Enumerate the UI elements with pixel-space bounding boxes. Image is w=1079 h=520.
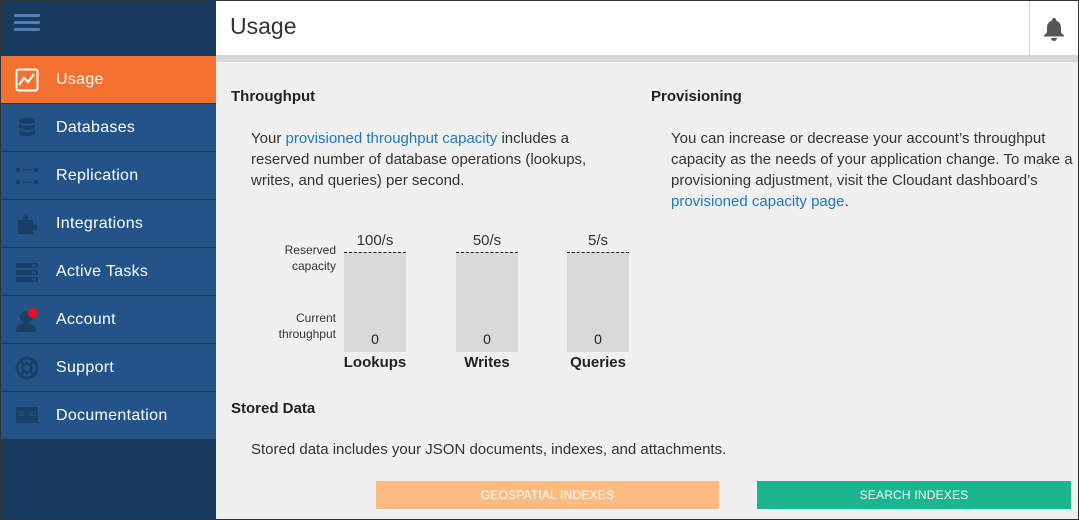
writes-capacity-line — [456, 252, 518, 253]
page-header: Usage — [216, 1, 1078, 56]
lookups-capacity: 100/s — [356, 232, 394, 249]
sidebar-item-label: Usage — [56, 70, 104, 88]
sidebar-item-usage[interactable]: Usage — [1, 56, 216, 104]
queries-capacity-line — [567, 252, 629, 253]
sidebar-item-active-tasks[interactable]: Active Tasks — [1, 248, 216, 296]
sidebar-item-support[interactable]: Support — [1, 344, 216, 392]
notification-badge — [28, 307, 38, 318]
sidebar-item-label: Integrations — [56, 214, 144, 232]
search-indexes-button[interactable]: SEARCH INDEXES — [757, 481, 1071, 509]
sidebar-item-label: Replication — [56, 166, 139, 184]
bell-icon — [1044, 17, 1064, 41]
user-icon — [15, 307, 39, 332]
usage-chart-icon — [15, 68, 39, 92]
server-stack-icon — [15, 260, 39, 284]
sidebar-item-label: Active Tasks — [56, 262, 149, 280]
sidebar-item-documentation[interactable]: Documentation — [1, 392, 216, 440]
stored-data-heading: Stored Data — [231, 400, 316, 417]
provisioning-heading: Provisioning — [651, 88, 742, 105]
sidebar-item-label: Databases — [56, 118, 136, 136]
writes-capacity: 50/s — [472, 232, 502, 249]
geospatial-indexes-button[interactable]: GEOSPATIAL INDEXES — [376, 481, 719, 509]
replication-icon — [15, 164, 39, 188]
lookups-label: Lookups — [343, 354, 407, 371]
notifications-button[interactable] — [1029, 1, 1078, 56]
sidebar-item-replication[interactable]: Replication — [1, 152, 216, 200]
reserved-capacity-label: Reserved capacity — [284, 243, 336, 273]
current-throughput-label: Current throughput — [278, 311, 336, 341]
sidebar-item-databases[interactable]: Databases — [1, 104, 216, 152]
puzzle-piece-icon — [15, 212, 39, 236]
sidebar-item-account[interactable]: Account — [1, 296, 216, 344]
menu-icon[interactable] — [14, 14, 40, 34]
sidebar-item-integrations[interactable]: Integrations — [1, 200, 216, 248]
throughput-description: Your provisioned throughput capacity inc… — [251, 130, 587, 189]
main-content: Throughput Your provisioned throughput c… — [216, 62, 1078, 519]
book-icon — [15, 404, 39, 428]
life-ring-icon — [15, 356, 39, 380]
sidebar-item-label: Account — [56, 310, 116, 328]
provisioned-capacity-page-link[interactable]: provisioned capacity page — [671, 193, 844, 210]
page-title: Usage — [230, 13, 297, 39]
database-icon — [15, 116, 39, 140]
queries-current-value: 0 — [594, 331, 602, 347]
provisioned-throughput-link[interactable]: provisioned throughput capacity — [285, 130, 497, 147]
sidebar-nav: Usage Databases Replication Integrations… — [1, 56, 216, 440]
queries-label: Queries — [570, 354, 626, 371]
lookups-current-value: 0 — [371, 331, 379, 347]
stored-data-description: Stored data includes your JSON documents… — [251, 441, 727, 458]
sidebar: Usage Databases Replication Integrations… — [1, 1, 216, 519]
writes-current-value: 0 — [483, 331, 491, 347]
sidebar-item-label: Support — [56, 358, 115, 376]
queries-capacity: 5/s — [587, 232, 608, 249]
writes-label: Writes — [464, 354, 510, 371]
throughput-heading: Throughput — [231, 88, 316, 105]
sidebar-item-label: Documentation — [56, 406, 168, 424]
provisioning-description: You can increase or decrease your accoun… — [671, 130, 1073, 210]
lookups-capacity-line — [344, 252, 406, 253]
